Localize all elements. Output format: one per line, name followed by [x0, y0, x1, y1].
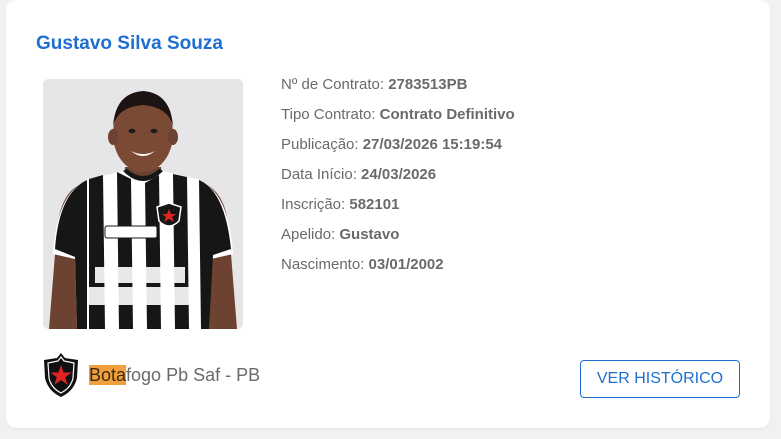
- detail-value: Contrato Definitivo: [379, 106, 515, 123]
- player-photo: [43, 79, 243, 329]
- player-photo-image: [43, 79, 243, 329]
- club-crest-icon: [41, 352, 81, 398]
- player-name: Gustavo Silva Souza: [36, 33, 223, 54]
- view-history-button[interactable]: VER HISTÓRICO: [580, 360, 740, 398]
- detail-contract-type: Tipo Contrato: Contrato Definitivo: [281, 105, 515, 135]
- detail-label: Data Início:: [281, 166, 362, 183]
- club-name-highlight: Bota: [89, 364, 127, 385]
- club-name-rest: fogo Pb Saf - PB: [126, 364, 261, 385]
- detail-label: Inscrição:: [281, 196, 350, 213]
- detail-birth-date: Nascimento: 03/01/2002: [281, 255, 515, 285]
- club-info: Botafogo Pb Saf - PB: [41, 352, 260, 398]
- detail-value: 03/01/2002: [368, 256, 444, 273]
- detail-label: Apelido:: [281, 226, 340, 243]
- detail-label: Tipo Contrato:: [281, 106, 380, 123]
- detail-label: Nº de Contrato:: [281, 76, 389, 93]
- player-card: Gustavo Silva Souza Nº de Contrato: 2783…: [6, 0, 770, 428]
- detail-value: 27/03/2026 15:19:54: [362, 136, 503, 153]
- contract-details: Nº de Contrato: 2783513PB Tipo Contrato:…: [281, 75, 515, 285]
- club-name: Botafogo Pb Saf - PB: [89, 364, 261, 386]
- detail-value: 24/03/2026: [361, 166, 437, 183]
- detail-start-date: Data Início: 24/03/2026: [281, 165, 515, 195]
- detail-value: 2783513PB: [388, 76, 468, 93]
- detail-nickname: Apelido: Gustavo: [281, 225, 515, 255]
- detail-label: Nascimento:: [281, 256, 369, 273]
- detail-contract-number: Nº de Contrato: 2783513PB: [281, 75, 515, 105]
- detail-publication: Publicação: 27/03/2026 15:19:54: [281, 135, 515, 165]
- detail-value: 582101: [349, 196, 400, 213]
- detail-value: Gustavo: [339, 226, 400, 243]
- detail-registration: Inscrição: 582101: [281, 195, 515, 225]
- detail-label: Publicação:: [281, 136, 363, 153]
